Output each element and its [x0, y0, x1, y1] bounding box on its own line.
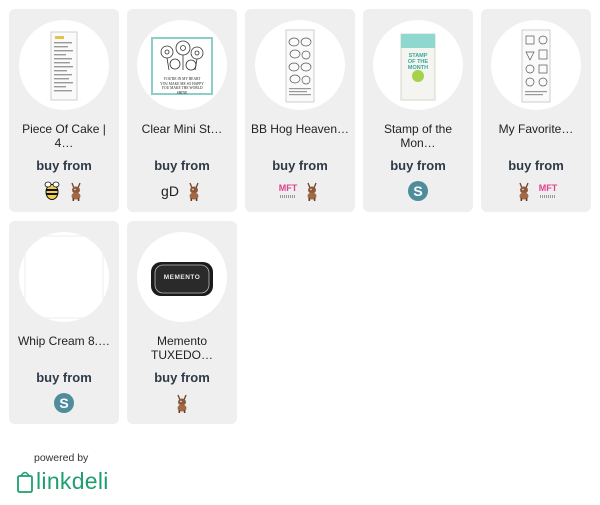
powered-by-label: powered by [34, 452, 89, 464]
product-title[interactable]: Whip Cream 8.… [13, 334, 115, 348]
floral-stamp-thumbnail[interactable]: YOU'RE IN MY HEART YOU MAKE ME SO HAPPY … [137, 20, 227, 110]
buy-from-label: buy from [36, 370, 92, 385]
s-shop-icon[interactable]: S [54, 392, 74, 414]
mft-shop-icon[interactable]: MFT [278, 180, 298, 202]
mft-shop-label: MFT [538, 183, 558, 193]
deer-shop-icon[interactable] [172, 392, 192, 414]
deer-shop-icon[interactable] [302, 180, 322, 202]
product-card[interactable]: My Favorite… buy from MFT [481, 9, 591, 212]
product-card[interactable]: YOU'RE IN MY HEART YOU MAKE ME SO HAPPY … [127, 9, 237, 212]
shop-list: S [363, 180, 473, 202]
brand-name: linkdeli [36, 467, 109, 494]
gd-shop-label: gD [161, 183, 179, 199]
thumb-text: YOU MAKE THE WORLD SHINE [161, 86, 203, 95]
product-title[interactable]: Piece Of Cake | 4… [13, 122, 115, 150]
favorite-stamp-sheet-thumbnail[interactable] [491, 20, 581, 110]
product-card[interactable]: Whip Cream 8.… buy from S [9, 221, 119, 424]
thumb-text: YOU'RE IN MY HEART [163, 77, 201, 81]
buy-from-label: buy from [272, 158, 328, 173]
shopping-bag-icon [17, 471, 33, 493]
deer-shop-icon[interactable] [514, 180, 534, 202]
product-title[interactable]: Memento TUXEDO… [131, 334, 233, 362]
shop-list: S [9, 392, 119, 414]
buy-from-label: buy from [154, 370, 210, 385]
s-shop-label: S [59, 395, 69, 411]
shop-list: gD [127, 180, 237, 202]
deer-shop-icon[interactable] [184, 180, 204, 202]
shop-list: MFT [245, 180, 355, 202]
s-shop-icon[interactable]: S [408, 180, 428, 202]
white-cardstock-thumbnail[interactable] [19, 232, 109, 322]
product-card[interactable]: BB Hog Heaven… buy from MFT [245, 9, 355, 212]
buy-from-label: buy from [154, 158, 210, 173]
product-card[interactable]: STAMP OF THE MONTH Stamp of the Mon… buy… [363, 9, 473, 212]
shop-list [9, 180, 119, 202]
buy-from-label: buy from [508, 158, 564, 173]
mft-shop-icon[interactable]: MFT [538, 180, 558, 202]
product-title[interactable]: BB Hog Heaven… [249, 122, 351, 136]
product-title[interactable]: Clear Mini St… [131, 122, 233, 136]
ink-pad-thumbnail[interactable]: MEMENTO [137, 232, 227, 322]
clear-stamp-sheet-thumbnail[interactable] [19, 20, 109, 110]
gd-shop-icon[interactable]: gD [160, 180, 180, 202]
product-title[interactable]: Stamp of the Mon… [367, 122, 469, 150]
mft-shop-label: MFT [278, 183, 298, 193]
buy-from-label: buy from [36, 158, 92, 173]
hog-stamp-sheet-thumbnail[interactable] [255, 20, 345, 110]
product-title[interactable]: My Favorite… [485, 122, 587, 136]
shop-list: MFT [481, 180, 591, 202]
thumb-text: MEMENTO [163, 274, 201, 281]
product-card[interactable]: Piece Of Cake | 4… buy from [9, 9, 119, 212]
shop-list [127, 392, 237, 414]
s-shop-label: S [413, 183, 423, 199]
buy-from-label: buy from [390, 158, 446, 173]
bee-shop-icon[interactable] [42, 180, 62, 202]
deer-shop-icon[interactable] [66, 180, 86, 202]
product-card[interactable]: MEMENTO Memento TUXEDO… buy from [127, 221, 237, 424]
linkdeli-logo[interactable]: linkdeli [16, 466, 109, 496]
stamp-of-the-month-thumbnail[interactable]: STAMP OF THE MONTH [373, 20, 463, 110]
thumb-text: MONTH [407, 65, 429, 71]
